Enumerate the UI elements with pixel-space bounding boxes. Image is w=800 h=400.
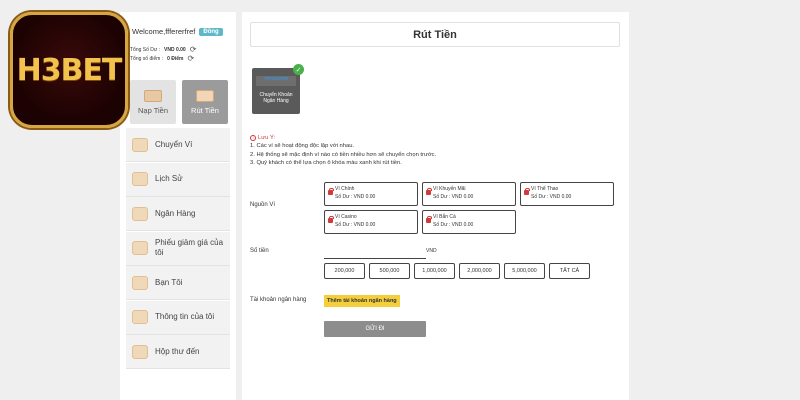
tab-deposit[interactable]: Nạp Tiền (130, 80, 176, 124)
sidebar-menu: Chuyển Ví Lịch Sử Ngân Hàng Phiếu giảm g… (126, 128, 230, 370)
points-label: Tổng số điểm : (130, 56, 164, 62)
amount-input[interactable] (324, 258, 426, 259)
tab-withdraw-label: Rút Tiền (191, 105, 219, 115)
amount-label: Số tiền (250, 248, 269, 254)
withdraw-panel: Rút Tiền TRANSFER Chuyển Khoản Ngân Hàng… (242, 12, 629, 400)
bank-icon (132, 206, 148, 221)
sidebar-item-wallet-transfer[interactable]: Chuyển Ví (126, 128, 230, 162)
warning-icon: ! (250, 135, 256, 142)
status-badge: Đồng (199, 27, 223, 36)
deposit-icon (144, 89, 162, 102)
currency-label: VND (426, 248, 437, 254)
sidebar-item-label: Lịch Sử (155, 174, 183, 183)
sidebar-item-history[interactable]: Lịch Sử (126, 162, 230, 197)
amount-5000000-button[interactable]: 5,000,000 (504, 263, 545, 279)
withdraw-icon (196, 89, 214, 102)
sidebar-item-label: Bạn Tôi (155, 277, 183, 287)
sidebar-item-label: Chuyển Ví (155, 139, 193, 149)
lock-icon (328, 188, 334, 195)
wallet-option-main[interactable]: Ví Chính Số Dư : VND 0.00 (324, 182, 418, 206)
inbox-icon (132, 344, 148, 359)
notice-title-row: ! Lưu Ý: (250, 134, 436, 142)
wallet-balance: Số Dư : VND 0.00 (335, 193, 376, 200)
wallet-balance: Số Dư : VND 0.00 (433, 193, 474, 200)
points-value: 0 Điểm (167, 56, 184, 62)
wallet-option-casino[interactable]: Ví Casino Số Dư : VND 0.00 (324, 210, 418, 234)
wallet-transfer-icon (132, 137, 148, 152)
wallet-name: Ví Chính (335, 186, 355, 192)
wallet-balance: Số Dư : VND 0.00 (531, 193, 572, 200)
lock-icon (426, 216, 432, 223)
lock-icon (426, 188, 432, 195)
coupon-icon (132, 241, 148, 255)
notice-title: Lưu Ý: (258, 135, 276, 141)
sidebar-item-label: Ngân Hàng (155, 208, 196, 218)
welcome-text: Welcome,fffererfref (132, 27, 196, 36)
sidebar-item-coupons[interactable]: Phiếu giảm giá của tôi (126, 231, 230, 266)
sidebar-item-label: Phiếu giảm giá của tôi (155, 238, 224, 257)
tab-withdraw[interactable]: Rút Tiền (182, 80, 228, 124)
wallet-name: Ví Bắn Cá (433, 214, 456, 220)
wallet-list: Ví Chính Số Dư : VND 0.00 Ví Khuyến Mãi … (324, 182, 614, 234)
payment-method-bank-transfer[interactable]: TRANSFER Chuyển Khoản Ngân Hàng ✓ (252, 64, 304, 114)
sidebar-item-friends[interactable]: Bạn Tôi (126, 266, 230, 300)
notice-line: 1. Các ví sẽ hoạt động độc lập với nhau. (250, 143, 355, 150)
wallet-option-fishing[interactable]: Ví Bắn Cá Số Dư : VND 0.00 (422, 210, 516, 234)
notice-line: 3. Quý khách có thể lựa chọn ô khóa màu … (250, 160, 402, 167)
wallet-name: Ví Khuyến Mãi (433, 186, 466, 192)
amount-2000000-button[interactable]: 2,000,000 (459, 263, 500, 279)
add-bank-account-button[interactable]: Thêm tài khoản ngân hàng (324, 295, 400, 307)
balance-value: VND 0.00 (164, 47, 186, 53)
brand-logo: H3BET (10, 12, 128, 128)
wallet-name: Ví Casino (335, 214, 357, 220)
welcome-row: Welcome,fffererfref Đồng (132, 27, 223, 36)
transfer-logo: TRANSFER (256, 76, 296, 86)
amount-200000-button[interactable]: 200,000 (324, 263, 365, 279)
wallet-balance: Số Dư : VND 0.00 (335, 221, 376, 228)
page-title: Rút Tiền (250, 22, 620, 47)
amount-500000-button[interactable]: 500,000 (369, 263, 410, 279)
submit-button[interactable]: GỬI ĐI (324, 321, 426, 337)
wallet-option-sports[interactable]: Ví Thể Thao Số Dư : VND 0.00 (520, 182, 614, 206)
balance-label: Tổng Số Dư : (130, 47, 161, 53)
refresh-icon[interactable]: ⟳ (190, 46, 197, 54)
wallet-name: Ví Thể Thao (531, 186, 559, 192)
check-icon: ✓ (293, 64, 304, 75)
lock-icon (328, 216, 334, 223)
source-wallet-label: Nguồn Ví (250, 202, 276, 208)
sidebar-item-label: Hộp thư đến (155, 346, 200, 356)
payment-method-label: Chuyển Khoản Ngân Hàng (259, 92, 293, 105)
friends-icon (132, 275, 148, 290)
brand-logo-text: H3BET (16, 52, 123, 88)
refresh-icon[interactable]: ⟳ (187, 55, 194, 63)
sidebar-item-bank[interactable]: Ngân Hàng (126, 197, 230, 231)
amount-all-button[interactable]: TẤT CẢ (549, 263, 590, 279)
total-points: Tổng số điểm : 0 Điểm ⟳ (130, 55, 194, 63)
lock-icon (524, 188, 530, 195)
history-icon (132, 172, 148, 186)
amount-1000000-button[interactable]: 1,000,000 (414, 263, 455, 279)
wallet-option-promo[interactable]: Ví Khuyến Mãi Số Dư : VND 0.00 (422, 182, 516, 206)
sidebar: Welcome,fffererfref Đồng Tổng Số Dư : VN… (120, 12, 236, 400)
notice-block: ! Lưu Ý: 1. Các ví sẽ hoạt động độc lập … (250, 134, 436, 168)
sidebar-item-label: Thông tin của tôi (155, 312, 215, 321)
bank-account-label: Tài khoản ngân hàng (250, 297, 307, 303)
sidebar-item-profile[interactable]: Thông tin của tôi (126, 300, 230, 335)
tab-deposit-label: Nạp Tiền (137, 105, 169, 115)
quick-amounts: 200,000 500,000 1,000,000 2,000,000 5,00… (324, 263, 590, 279)
wallet-balance: Số Dư : VND 0.00 (433, 221, 474, 228)
sidebar-item-inbox[interactable]: Hộp thư đến (126, 335, 230, 369)
total-balance: Tổng Số Dư : VND 0.00 ⟳ (130, 46, 196, 54)
notice-line: 2. Hệ thống sẽ mặc định ví nào có tiền n… (250, 151, 437, 158)
deposit-withdraw-tabs: Nạp Tiền Rút Tiền (130, 80, 228, 124)
profile-icon (132, 310, 148, 324)
